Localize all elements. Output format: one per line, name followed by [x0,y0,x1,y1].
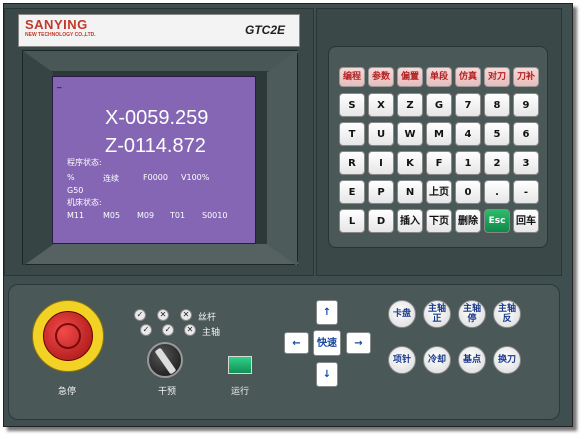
brand-logo: SANYING [25,17,88,32]
jog-up-button[interactable]: ↑ [316,300,338,325]
jog-left-button[interactable]: ← [284,332,309,354]
key-8[interactable]: 8 [484,93,510,117]
x-indicator-icon: ✕ [184,324,196,336]
key-tool-setting[interactable]: 对刀 [484,67,510,87]
key-0[interactable]: 0 [455,180,481,204]
key-n[interactable]: N [397,180,423,204]
key-s[interactable]: S [339,93,365,117]
key-z[interactable]: Z [397,93,423,117]
rapid-button[interactable]: 快速 [313,330,341,356]
key-6[interactable]: 6 [513,122,539,146]
intervene-knob[interactable] [147,342,183,378]
key-w[interactable]: W [397,122,423,146]
estop-label: 急停 [58,387,77,397]
override-value: V100% [181,173,210,182]
check-indicator-icon: ✓ [134,309,146,321]
key-page-down[interactable]: 下页 [426,209,452,233]
key-single-block[interactable]: 单段 [426,67,452,87]
key-g[interactable]: G [426,93,452,117]
key-7[interactable]: 7 [455,93,481,117]
key-9[interactable]: 9 [513,93,539,117]
model-name: GTC2E [244,23,285,37]
key-program[interactable]: 编程 [339,67,365,87]
m-code-1: M11 [67,211,85,220]
cursor: _ [57,79,62,89]
m-code-3: M09 [137,211,155,220]
key-minus[interactable]: - [513,180,539,204]
chuck-button[interactable]: 卡盘 [388,300,416,328]
key-simulate[interactable]: 仿真 [455,67,481,87]
key-l[interactable]: L [339,209,365,233]
key-2[interactable]: 2 [484,151,510,175]
key-m[interactable]: M [426,122,452,146]
coolant-button[interactable]: 冷却 [423,346,451,374]
x-indicator-icon: ✕ [157,309,169,321]
percent-sign: % [67,173,75,182]
feed-value: F0000 [143,173,168,182]
x-coordinate: X-0059.259 [105,107,209,129]
spindle-value: S0010 [202,211,228,220]
key-e[interactable]: E [339,180,365,204]
z-coordinate: Z-0114.872 [105,135,206,157]
spindle-forward-button[interactable]: 主轴 正 [423,300,451,328]
key-4[interactable]: 4 [455,122,481,146]
machine-status-label: 机床状态: [67,198,102,207]
key-u[interactable]: U [368,122,394,146]
key-t[interactable]: T [339,122,365,146]
key-enter[interactable]: 回车 [513,209,539,233]
program-status-label: 程序状态: [67,158,102,167]
key-x[interactable]: X [368,93,394,117]
check-indicator-icon: ✓ [140,324,152,336]
spindle-label: 主轴 [202,328,221,338]
spindle-stop-button[interactable]: 主轴 停 [458,300,486,328]
keypad: 编程 参数 偏置 单段 仿真 对刀 刀补 S X Z G 7 8 9 T U W… [328,46,548,248]
key-page-up[interactable]: 上页 [426,180,452,204]
tool-change-button[interactable]: 换刀 [493,346,521,374]
x-indicator-icon: ✕ [180,309,192,321]
brand-bar: SANYING NEW TECHNOLOGY CO.,LTD. GTC2E [18,14,300,47]
key-1[interactable]: 1 [455,151,481,175]
key-tool-comp[interactable]: 刀补 [513,67,539,87]
key-parameter[interactable]: 参数 [368,67,394,87]
run-label: 运行 [231,387,250,397]
home-button[interactable]: 基点 [458,346,486,374]
key-delete[interactable]: 删除 [455,209,481,233]
tool-value: T01 [170,211,186,220]
gcode-value: G50 [67,186,84,195]
intervene-label: 干预 [158,387,177,397]
key-3[interactable]: 3 [513,151,539,175]
spindle-reverse-button[interactable]: 主轴 反 [493,300,521,328]
key-insert[interactable]: 插入 [397,209,423,233]
mode-value: 连续 [103,174,119,183]
key-p[interactable]: P [368,180,394,204]
run-button[interactable] [228,356,252,374]
brand-subtitle: NEW TECHNOLOGY CO.,LTD. [25,32,96,38]
key-offset[interactable]: 偏置 [397,67,423,87]
key-dot[interactable]: . [484,180,510,204]
key-esc[interactable]: Esc [484,209,510,233]
key-r[interactable]: R [339,151,365,175]
key-i[interactable]: I [368,151,394,175]
key-d[interactable]: D [368,209,394,233]
key-f[interactable]: F [426,151,452,175]
key-5[interactable]: 5 [484,122,510,146]
jog-right-button[interactable]: → [346,332,371,354]
leadscrew-label: 丝杆 [198,313,217,323]
m-code-2: M05 [103,211,121,220]
jog-down-button[interactable]: ↓ [316,362,338,387]
tailstock-button[interactable]: 项针 [388,346,416,374]
estop-ring-icon [55,323,81,349]
lcd-display: _ X-0059.259 Z-0114.872 程序状态: % 连续 F0000… [52,76,256,244]
key-k[interactable]: K [397,151,423,175]
check-indicator-icon: ✓ [162,324,174,336]
